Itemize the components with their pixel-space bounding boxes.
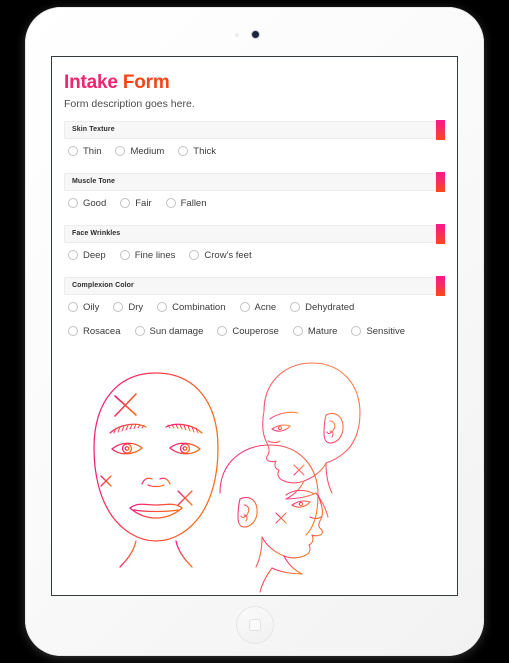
radio-option[interactable]: Deep: [68, 250, 106, 261]
face-diagram: [93, 362, 361, 593]
section-accent-tab: [436, 171, 445, 192]
section-header: Skin Texture: [64, 119, 445, 140]
section-accent-tab: [436, 275, 445, 296]
option-row: Good Fair Fallen: [64, 191, 445, 215]
radio-option-label: Dry: [128, 301, 144, 313]
section-accent-tab: [436, 223, 445, 244]
radio-button-icon[interactable]: [68, 326, 78, 337]
tablet-screen: Intake Form Form description goes here. …: [51, 56, 458, 596]
section-header: Face Wrinkles: [64, 223, 445, 244]
option-row: Thin Medium Thick: [64, 139, 445, 163]
radio-button-icon[interactable]: [157, 302, 168, 313]
radio-option[interactable]: Acne: [239, 301, 277, 313]
radio-option-label: Rosacea: [83, 325, 121, 337]
form-section: Skin Texture Thin Medium Thick: [64, 119, 445, 163]
radio-option[interactable]: Couperose: [217, 325, 279, 337]
radio-button-icon[interactable]: [68, 302, 78, 313]
section-header-label: Face Wrinkles: [72, 230, 121, 238]
camera-icon: [251, 31, 259, 38]
radio-button-icon[interactable]: [113, 302, 124, 313]
radio-button-icon[interactable]: [292, 326, 303, 337]
radio-option-label: Thin: [83, 145, 102, 157]
radio-option[interactable]: Fair: [120, 197, 152, 209]
radio-option-label: Combination: [172, 301, 226, 313]
radio-option[interactable]: Fallen: [165, 197, 207, 209]
radio-option-label: Medium: [130, 145, 165, 157]
radio-option-label: Acne: [254, 301, 277, 313]
radio-option-label: Crow's feet: [204, 249, 252, 261]
radio-button-icon[interactable]: [165, 198, 176, 209]
radio-option[interactable]: Combination: [157, 301, 226, 313]
option-row: Deep Fine lines Crow's feet: [64, 243, 445, 267]
radio-option-label: Good: [83, 197, 107, 209]
form-section: Complexion Color Oily Dry Combination Acne De…: [64, 275, 445, 343]
radio-button-icon[interactable]: [351, 326, 362, 337]
radio-option[interactable]: Good: [68, 198, 106, 209]
screenshot-stage: Intake Form Form description goes here. …: [0, 0, 509, 663]
radio-button-icon[interactable]: [239, 302, 250, 313]
radio-button-icon[interactable]: [290, 302, 301, 313]
section-accent-tab: [436, 119, 445, 140]
form-description: Form description goes here.: [64, 97, 195, 110]
radio-button-icon[interactable]: [217, 326, 228, 337]
radio-button-icon[interactable]: [119, 250, 130, 261]
radio-option-label: Dehydrated: [305, 301, 355, 313]
form-section: Muscle Tone Good Fair Fallen: [64, 171, 445, 215]
radio-button-icon[interactable]: [178, 146, 189, 157]
radio-option-label: Thick: [193, 145, 216, 157]
section-header-label: Skin Texture: [72, 126, 115, 134]
radio-button-icon[interactable]: [68, 198, 78, 209]
radio-button-icon[interactable]: [68, 146, 78, 157]
radio-option[interactable]: Dry: [113, 302, 143, 313]
radio-option-label: Fine lines: [134, 249, 176, 261]
radio-option-label: Oily: [83, 301, 100, 313]
radio-option-label: Fallen: [180, 197, 207, 209]
page-title-part-1: Intake: [64, 72, 118, 93]
radio-option[interactable]: Sun damage: [134, 325, 204, 337]
radio-option[interactable]: Sensitive: [351, 326, 405, 337]
sensor-icon: [234, 33, 239, 37]
radio-option-label: Couperose: [232, 325, 279, 337]
section-header-label: Complexion Color: [72, 282, 134, 290]
radio-button-icon[interactable]: [68, 250, 78, 261]
radio-option[interactable]: Medium: [115, 146, 164, 157]
radio-option[interactable]: Thin: [68, 146, 101, 157]
section-header-label: Muscle Tone: [72, 178, 115, 186]
radio-option[interactable]: Thick: [178, 146, 216, 157]
radio-option[interactable]: Crow's feet: [189, 249, 252, 261]
form-sections: Skin Texture Thin Medium Thick Muscle Tone Go…: [64, 119, 445, 343]
radio-button-icon[interactable]: [115, 146, 126, 157]
radio-option-label: Deep: [83, 249, 106, 261]
tablet-device: Intake Form Form description goes here. …: [25, 7, 484, 656]
section-header: Complexion Color: [64, 275, 445, 296]
page-title: Intake Form: [64, 72, 445, 94]
radio-option-label: Sun damage: [149, 325, 204, 337]
radio-option-label: Sensitive: [366, 325, 405, 337]
radio-button-icon[interactable]: [189, 250, 200, 261]
home-button[interactable]: [235, 606, 274, 644]
intake-form-page: Intake Form Form description goes here. …: [52, 57, 457, 595]
form-section: Face Wrinkles Deep Fine lines Crow's feet: [64, 223, 445, 267]
option-row: Rosacea Sun damage Couperose Mature Sensitiv…: [64, 319, 445, 343]
option-row: Oily Dry Combination Acne Dehydrated: [64, 295, 445, 319]
radio-option[interactable]: Rosacea: [68, 326, 121, 337]
radio-button-icon[interactable]: [134, 326, 145, 337]
radio-option-label: Mature: [307, 325, 338, 337]
radio-option[interactable]: Fine lines: [119, 249, 176, 261]
radio-option[interactable]: Dehydrated: [290, 302, 354, 313]
page-title-part-2: Form: [122, 72, 170, 93]
section-header: Muscle Tone: [64, 171, 445, 192]
radio-button-icon[interactable]: [120, 198, 131, 209]
radio-option-label: Fair: [135, 197, 152, 209]
radio-option[interactable]: Oily: [68, 302, 99, 313]
radio-option[interactable]: Mature: [292, 325, 338, 337]
